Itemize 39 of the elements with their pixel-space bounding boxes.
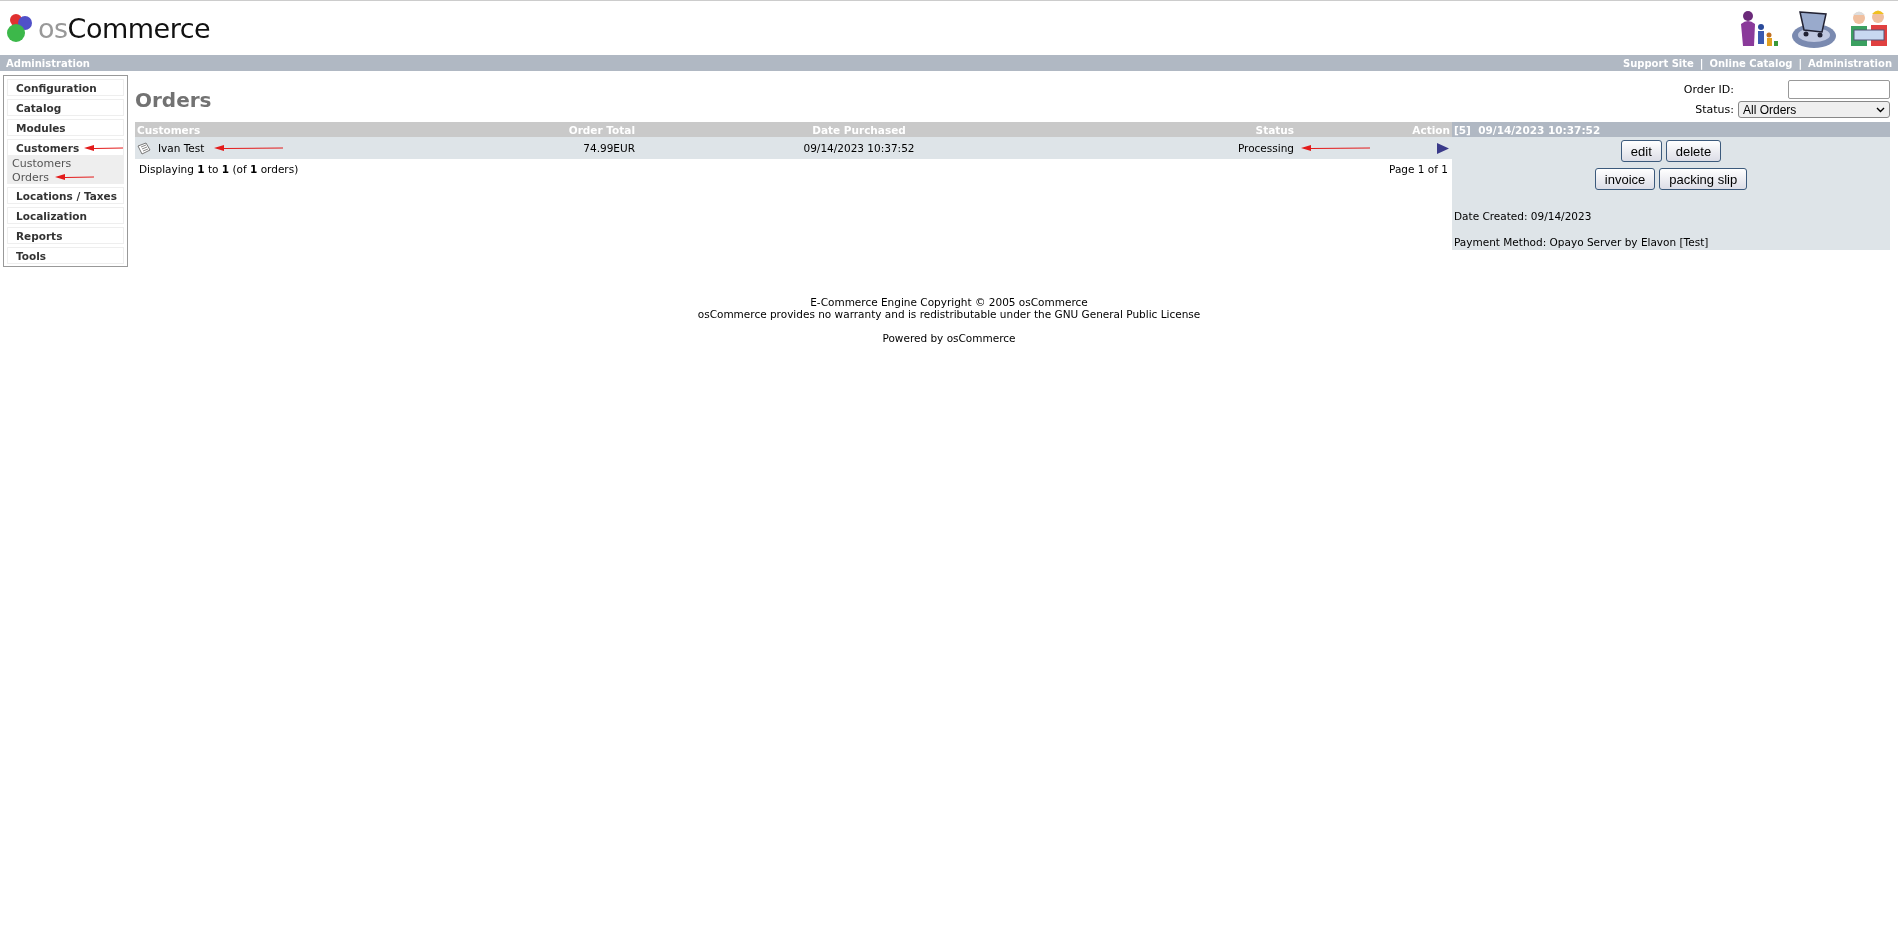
- sidebar-item[interactable]: Customers: [7, 139, 124, 156]
- order-detail: Payment Method: Opayo Server by Elavon [Test]: [1454, 236, 1710, 248]
- link-separator: |: [1798, 57, 1803, 69]
- action-button[interactable]: delete: [1665, 140, 1722, 162]
- play-icon[interactable]: [1437, 142, 1449, 154]
- action-button[interactable]: invoice: [1594, 168, 1656, 190]
- copyright-text: E-Commerce Engine Copyright © 2005 osCommerce: [810, 296, 1088, 308]
- sidebar-subitem[interactable]: Orders: [7, 170, 124, 184]
- admin-title: Administration: [6, 57, 90, 69]
- sidebar-item[interactable]: Modules: [7, 119, 124, 136]
- results-summary: Displaying 1 to 1 (of 1 orders): [139, 163, 299, 175]
- order-id-field[interactable]: [1788, 80, 1890, 99]
- total-cell-text: 74.99EUR: [582, 142, 636, 154]
- sidebar-item[interactable]: Localization: [7, 207, 124, 224]
- logo-text: osCommerce: [38, 12, 211, 44]
- action-button[interactable]: edit: [1620, 140, 1662, 162]
- panel-title: [5] 09/14/2023 10:37:52: [1452, 122, 1890, 137]
- status-label: Status:: [1695, 103, 1734, 116]
- action-button[interactable]: packing slip: [1659, 168, 1748, 190]
- status-select[interactable]: All Orders: [1738, 101, 1890, 118]
- customer-cell-text: Ivan Test: [157, 142, 206, 154]
- sidebar-item[interactable]: Tools: [7, 247, 124, 264]
- date-cell-text: 09/14/2023 10:37:52: [802, 142, 916, 154]
- document-icon[interactable]: [137, 141, 151, 155]
- sidebar-item[interactable]: Locations / Taxes: [7, 187, 124, 204]
- sidebar-item[interactable]: Configuration: [7, 79, 124, 96]
- powered-by-text: Powered by osCommerce: [882, 332, 1016, 344]
- sidebar-item[interactable]: Catalog: [7, 99, 124, 116]
- status-cell-text: Processing: [1236, 142, 1295, 154]
- page-title: Orders: [135, 88, 212, 112]
- page-count: Page 1 of 1: [1389, 163, 1448, 175]
- chevron-down-icon: [1876, 106, 1885, 113]
- sidebar-item[interactable]: Reports: [7, 227, 124, 244]
- sidebar-subitem[interactable]: Customers: [7, 156, 124, 170]
- order-detail: Date Created: 09/14/2023: [1454, 210, 1593, 222]
- order-id-label: Order ID:: [1683, 83, 1734, 96]
- copyright-text: osCommerce provides no warranty and is redistributable under the GNU General Public License: [697, 308, 1201, 320]
- order-row[interactable]: Ivan Test 74.99EUR 09/14/2023 10:37:52 Processing: [135, 137, 1452, 159]
- link-separator: |: [1699, 57, 1704, 69]
